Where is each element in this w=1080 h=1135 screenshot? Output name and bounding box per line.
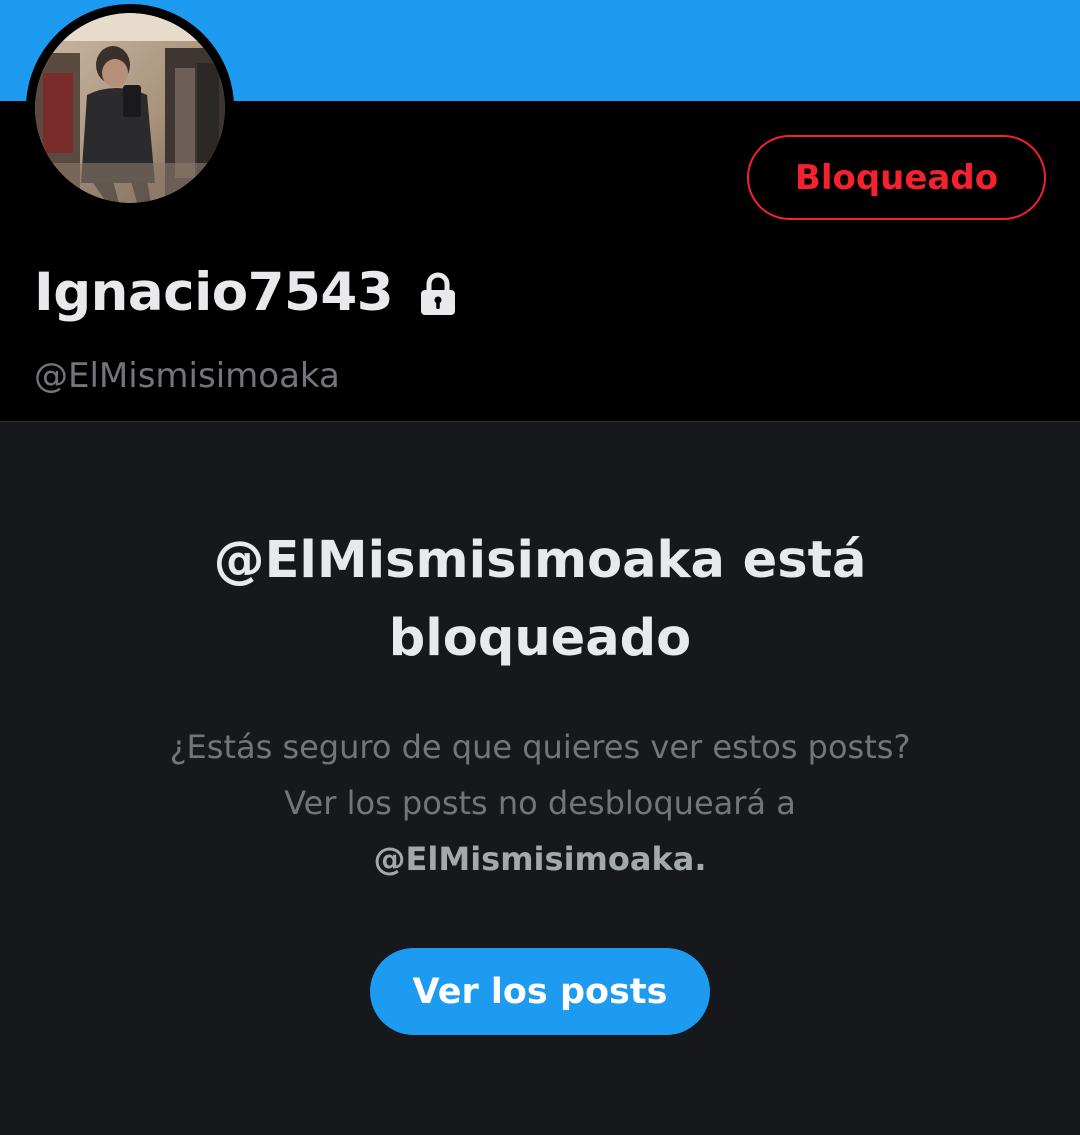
lock-icon: [421, 272, 456, 315]
display-name-row: Ignacio7543: [34, 256, 457, 328]
blocked-notice-message-text: ¿Estás seguro de que quieres ver estos p…: [169, 728, 911, 822]
blocked-notice-title: @ElMismisimoaka está bloqueado: [213, 531, 867, 668]
display-name: Ignacio7543: [34, 261, 394, 323]
profile-handle: @ElMismisimoaka: [34, 356, 340, 396]
blocked-button[interactable]: Bloqueado: [747, 135, 1046, 220]
blocked-notice-message: ¿Estás seguro de que quieres ver estos p…: [140, 719, 940, 887]
profile-page: Bloqueado Ignacio7543 @ElMismisimoaka @E…: [0, 0, 1080, 1135]
blocked-notice-message-handle: @ElMismisimoaka.: [373, 840, 707, 878]
profile-photo: [35, 13, 225, 203]
avatar[interactable]: [26, 4, 234, 212]
view-posts-button[interactable]: Ver los posts: [370, 948, 710, 1035]
